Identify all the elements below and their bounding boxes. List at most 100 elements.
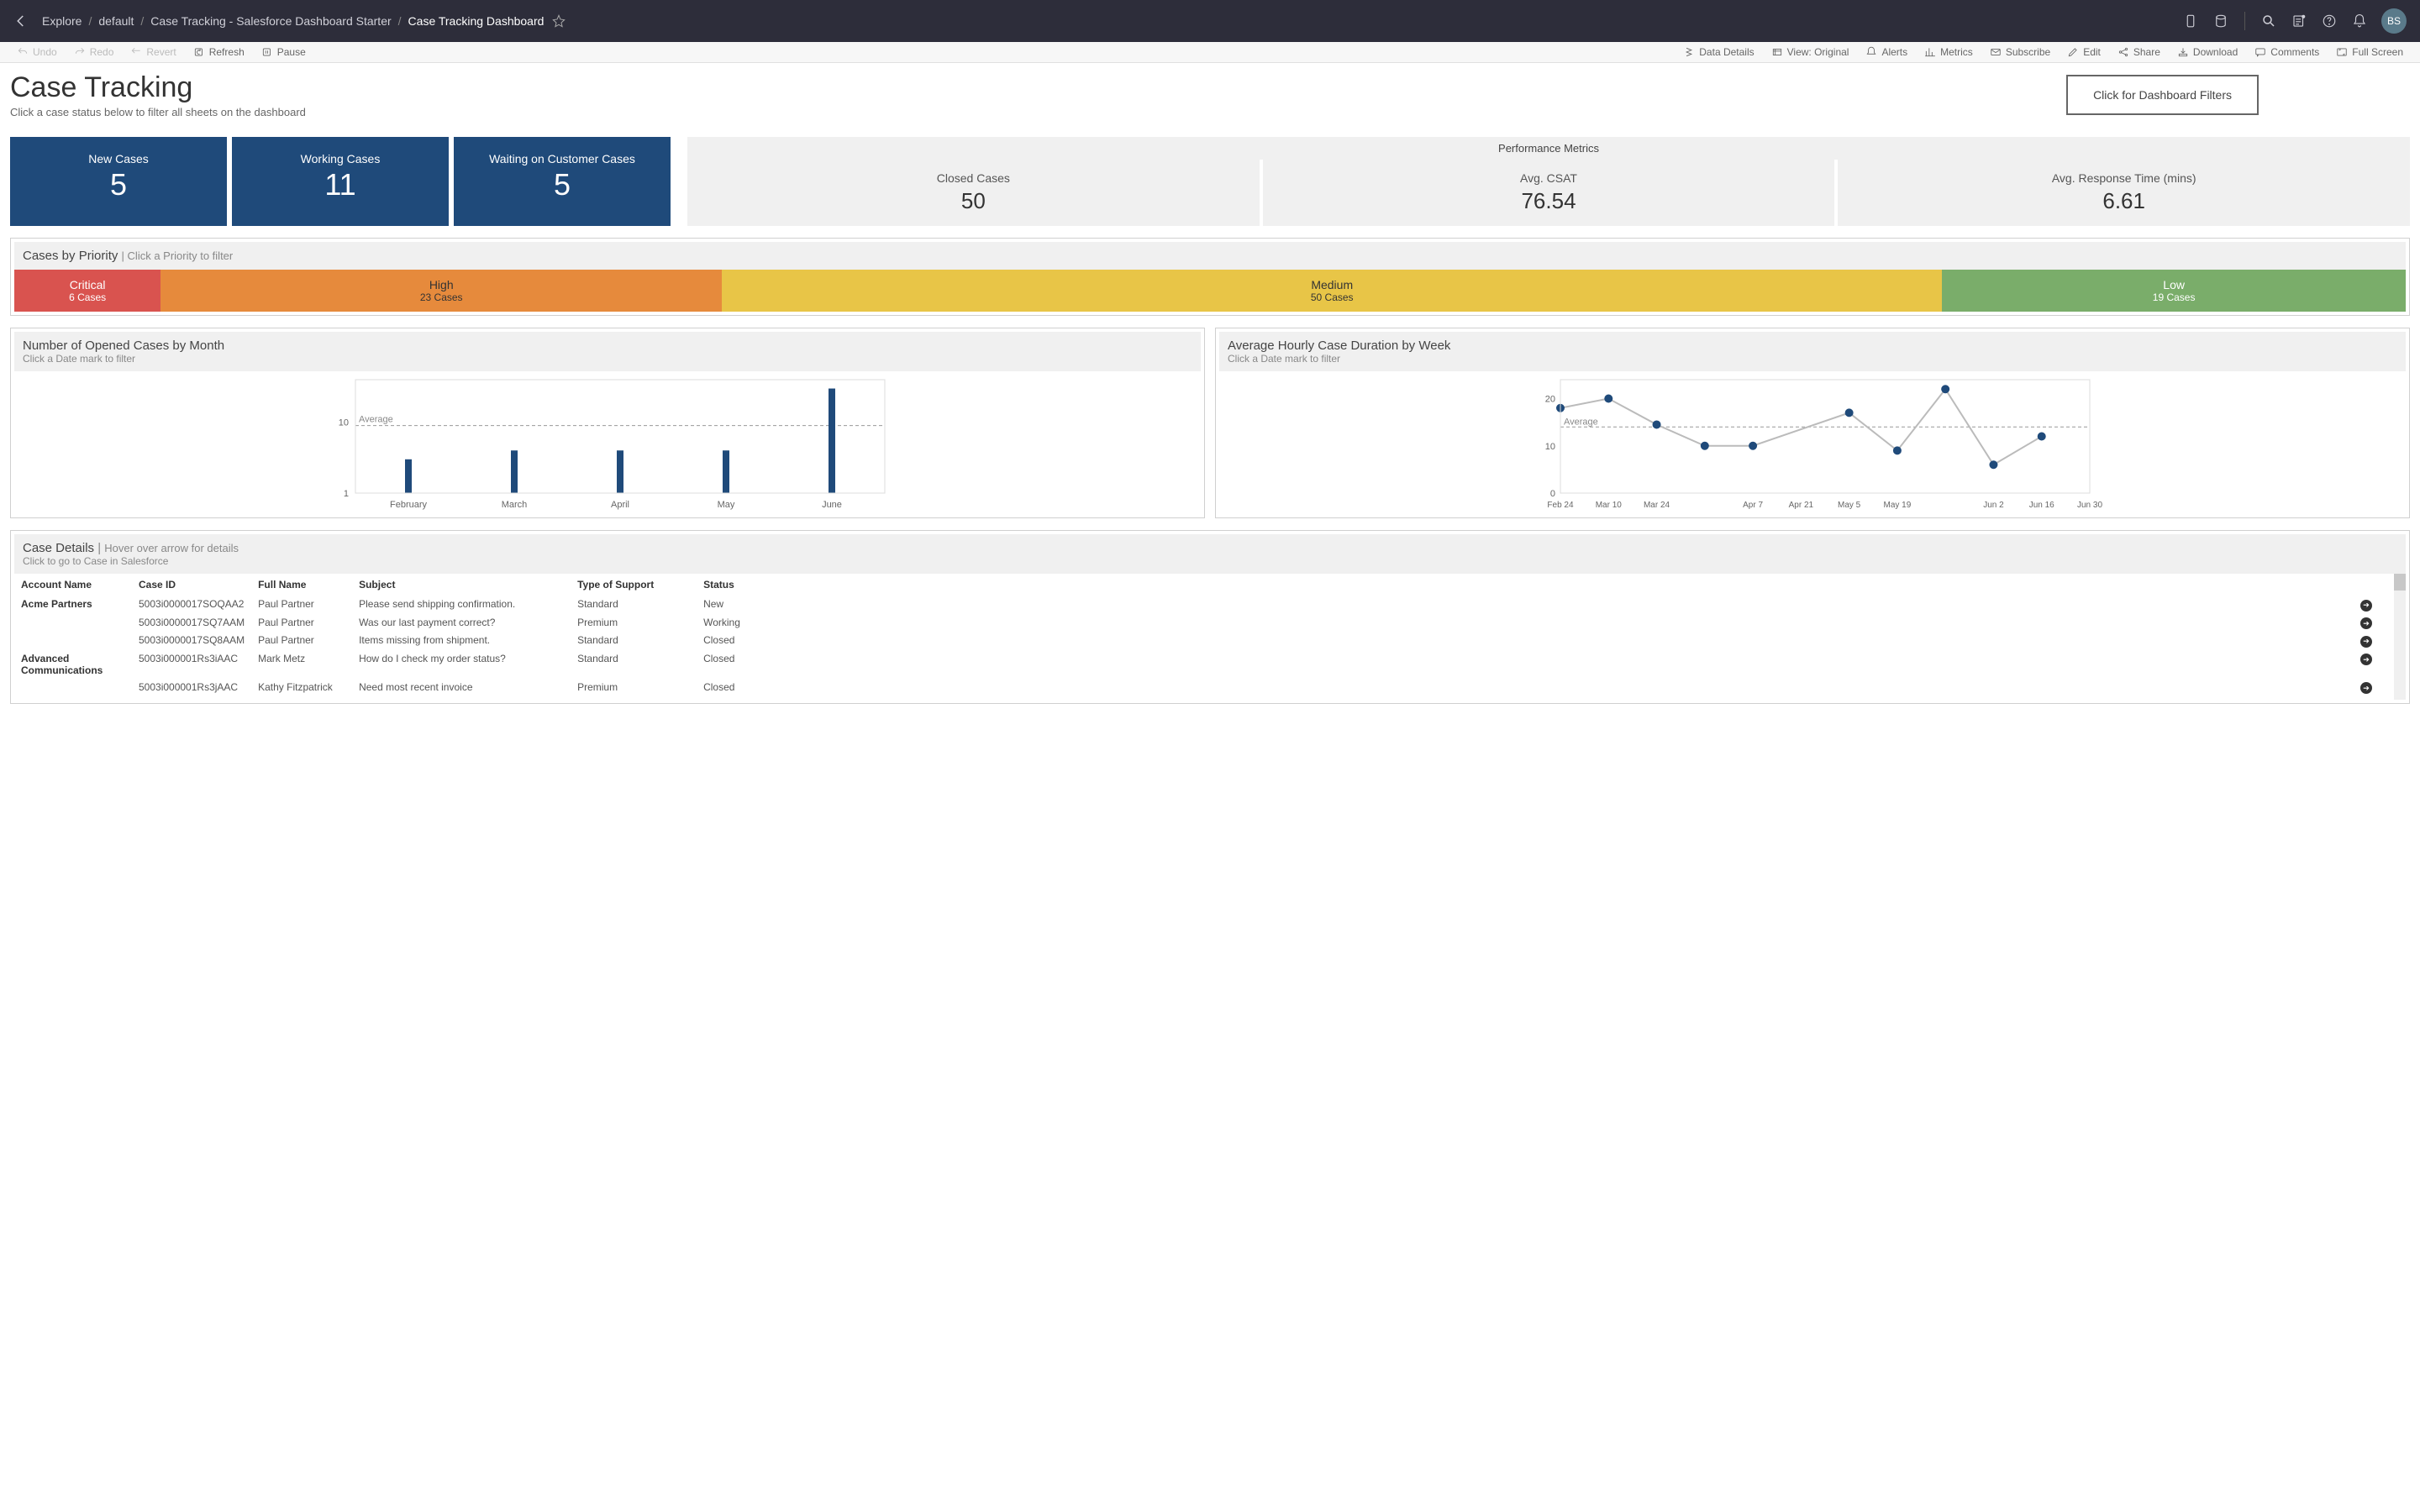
download-button[interactable]: Download <box>2169 46 2246 58</box>
favorite-star-icon[interactable] <box>552 14 566 28</box>
bar-mark[interactable] <box>617 450 623 493</box>
refresh-button[interactable]: Refresh <box>185 46 253 58</box>
line-mark[interactable] <box>2038 433 2046 441</box>
status-tile-waiting[interactable]: Waiting on Customer Cases 5 <box>454 137 671 226</box>
col-account: Account Name <box>14 574 132 596</box>
arrow-right-icon[interactable]: ➔ <box>2360 654 2372 665</box>
priority-count: 50 Cases <box>1311 291 1354 303</box>
cell-support: Premium <box>571 614 697 633</box>
line-mark[interactable] <box>1701 442 1709 450</box>
cell-caseid: 5003i000001Rs3iAAC <box>132 650 251 679</box>
fullscreen-button[interactable]: Full Screen <box>2328 46 2412 58</box>
scrollbar-track[interactable] <box>2394 574 2406 700</box>
line-mark[interactable] <box>1604 395 1612 403</box>
col-support: Type of Support <box>571 574 697 596</box>
cell-arrow: ➔ <box>797 596 2406 614</box>
bar-chart-body[interactable]: 110AverageFebruaryMarchAprilMayJune <box>14 371 1201 514</box>
line-mark[interactable] <box>1941 385 1949 393</box>
table-row[interactable]: 5003i0000017SQ7AAM Paul Partner Was our … <box>14 614 2406 633</box>
bar-mark[interactable] <box>829 389 835 493</box>
line-mark[interactable] <box>1845 408 1854 417</box>
svg-text:Apr 21: Apr 21 <box>1789 501 1814 510</box>
view-button[interactable]: View: Original <box>1763 46 1858 58</box>
svg-text:May: May <box>718 500 735 510</box>
redo-button[interactable]: Redo <box>66 46 123 58</box>
line-mark[interactable] <box>1749 442 1757 450</box>
table-row[interactable]: 5003i0000017SQ8AAM Paul Partner Items mi… <box>14 632 2406 650</box>
priority-seg-critical[interactable]: Critical6 Cases <box>14 270 160 312</box>
line-mark[interactable] <box>1893 446 1902 454</box>
performance-tiles: Closed Cases 50 Avg. CSAT 76.54 Avg. Res… <box>687 160 2410 226</box>
line-mark[interactable] <box>1989 460 1997 469</box>
help-icon[interactable] <box>2314 6 2344 36</box>
svg-text:Apr 7: Apr 7 <box>1743 501 1763 510</box>
col-subject: Subject <box>352 574 571 596</box>
bar-mark[interactable] <box>511 450 518 493</box>
user-avatar[interactable]: BS <box>2381 8 2407 34</box>
search-icon[interactable] <box>2254 6 2284 36</box>
svg-text:0: 0 <box>1550 489 1555 499</box>
back-arrow-icon[interactable] <box>13 13 30 29</box>
scrollbar-thumb[interactable] <box>2394 574 2406 591</box>
priority-seg-low[interactable]: Low19 Cases <box>1942 270 2406 312</box>
metrics-button[interactable]: Metrics <box>1916 46 1981 58</box>
breadcrumb: Explore / default / Case Tracking - Sale… <box>42 14 544 28</box>
notifications-icon[interactable] <box>2344 6 2375 36</box>
table-row[interactable]: 5003i000001Rs3uAAC Mark Metz What are yo… <box>14 696 2406 700</box>
data-details-button[interactable]: Data Details <box>1675 46 1762 58</box>
dashboard-filters-button[interactable]: Click for Dashboard Filters <box>2066 75 2259 115</box>
line-chart-body[interactable]: 01020AverageFeb 24Mar 10Mar 24Apr 7Apr 2… <box>1219 371 2406 514</box>
svg-text:Mar 24: Mar 24 <box>1644 501 1670 510</box>
arrow-right-icon[interactable]: ➔ <box>2360 600 2372 612</box>
share-button[interactable]: Share <box>2109 46 2169 58</box>
arrow-right-icon[interactable]: ➔ <box>2360 617 2372 629</box>
redo-label: Redo <box>90 46 114 58</box>
tile-label: Avg. Response Time (mins) <box>1846 171 2402 185</box>
bar-mark[interactable] <box>723 450 729 493</box>
perf-tile-csat: Avg. CSAT 76.54 <box>1263 160 1835 226</box>
edit-button[interactable]: Edit <box>2059 46 2109 58</box>
revert-button[interactable]: Revert <box>122 46 184 58</box>
data-source-icon[interactable] <box>2206 6 2236 36</box>
breadcrumb-explore[interactable]: Explore <box>42 14 82 28</box>
bar-chart-panel: Number of Opened Cases by Month Click a … <box>10 328 1205 518</box>
pause-button[interactable]: Pause <box>253 46 314 58</box>
breadcrumb-default[interactable]: default <box>98 14 134 28</box>
tile-value: 5 <box>18 167 218 202</box>
subscribe-button[interactable]: Subscribe <box>1981 46 2059 58</box>
details-panel: Case Details | Hover over arrow for deta… <box>10 530 2410 704</box>
svg-text:May 19: May 19 <box>1884 501 1912 510</box>
cell-caseid: 5003i0000017SQ7AAM <box>132 614 251 633</box>
status-tile-working[interactable]: Working Cases 11 <box>232 137 449 226</box>
col-name: Full Name <box>251 574 352 596</box>
table-row[interactable]: Acme Partners 5003i0000017SOQAA2 Paul Pa… <box>14 596 2406 614</box>
undo-button[interactable]: Undo <box>8 46 66 58</box>
list-icon[interactable] <box>2284 6 2314 36</box>
tile-value: 5 <box>462 167 662 202</box>
priority-seg-high[interactable]: High23 Cases <box>160 270 722 312</box>
toolbar: Undo Redo Revert Refresh Pause Data Deta… <box>0 42 2420 63</box>
line-mark[interactable] <box>1653 420 1661 428</box>
breadcrumb-workbook[interactable]: Case Tracking - Salesforce Dashboard Sta… <box>150 14 391 28</box>
cell-account: Advanced Communications <box>14 650 132 679</box>
priority-seg-medium[interactable]: Medium50 Cases <box>722 270 1942 312</box>
device-preview-icon[interactable] <box>2175 6 2206 36</box>
charts-row: Number of Opened Cases by Month Click a … <box>10 328 2410 518</box>
bar-mark[interactable] <box>405 459 412 493</box>
comments-button[interactable]: Comments <box>2246 46 2328 58</box>
svg-text:Feb 24: Feb 24 <box>1547 501 1574 510</box>
priority-count: 19 Cases <box>2153 291 2196 303</box>
details-subtitle: Click to go to Case in Salesforce <box>23 555 2397 567</box>
cell-name: Mark Metz <box>251 696 352 700</box>
alerts-button[interactable]: Alerts <box>1857 46 1916 58</box>
view-label: View: Original <box>1787 46 1849 58</box>
arrow-right-icon[interactable]: ➔ <box>2360 682 2372 694</box>
arrow-right-icon[interactable]: ➔ <box>2360 636 2372 648</box>
cell-arrow: ➔ <box>797 614 2406 633</box>
status-tile-new[interactable]: New Cases 5 <box>10 137 227 226</box>
fullscreen-label: Full Screen <box>2352 46 2403 58</box>
svg-text:Jun 16: Jun 16 <box>2029 501 2054 510</box>
table-row[interactable]: Advanced Communications 5003i000001Rs3iA… <box>14 650 2406 679</box>
table-row[interactable]: 5003i000001Rs3jAAC Kathy Fitzpatrick Nee… <box>14 679 2406 697</box>
priority-bar: Critical6 CasesHigh23 CasesMedium50 Case… <box>14 270 2406 312</box>
